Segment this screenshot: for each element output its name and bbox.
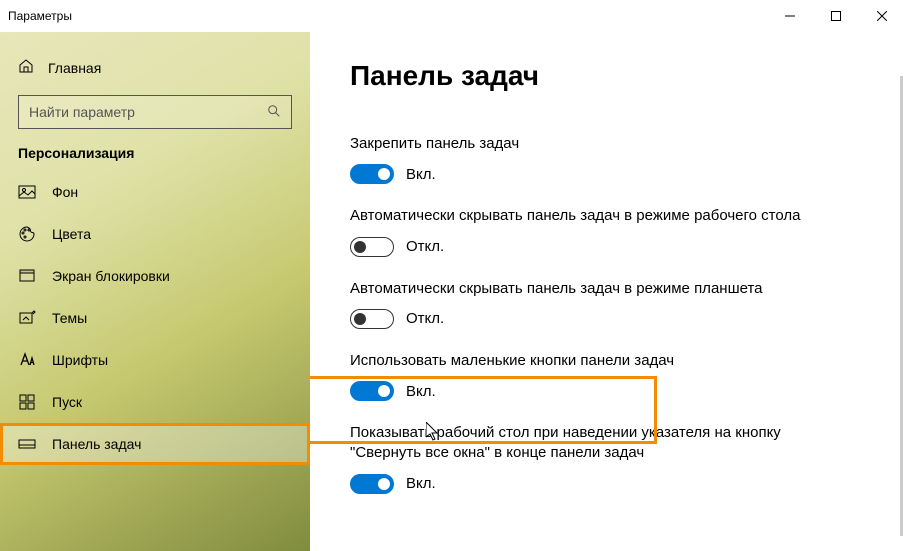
toggle-autohide-desktop[interactable] — [350, 237, 394, 257]
minimize-button[interactable] — [767, 0, 813, 32]
setting-label: Закрепить панель задач — [350, 134, 830, 154]
picture-icon — [18, 183, 36, 201]
toggle-state: Вкл. — [406, 166, 436, 183]
title-bar: Параметры — [0, 0, 905, 32]
toggle-lock-taskbar[interactable] — [350, 164, 394, 184]
sidebar-item-fonts[interactable]: Шрифты — [0, 339, 310, 381]
sidebar-item-colors[interactable]: Цвета — [0, 213, 310, 255]
sidebar-item-label: Фон — [52, 184, 78, 200]
section-header: Персонализация — [0, 145, 310, 171]
setting-label: Использовать маленькие кнопки панели зад… — [350, 351, 830, 371]
setting-autohide-desktop: Автоматически скрывать панель задач в ре… — [350, 206, 885, 256]
search-input[interactable]: Найти параметр — [18, 95, 292, 129]
toggle-state: Откл. — [406, 310, 444, 327]
start-icon — [18, 393, 36, 411]
setting-lock-taskbar: Закрепить панель задач Вкл. — [350, 134, 885, 184]
fonts-icon — [18, 351, 36, 369]
palette-icon — [18, 225, 36, 243]
sidebar-item-start[interactable]: Пуск — [0, 381, 310, 423]
toggle-peek-desktop[interactable] — [350, 474, 394, 494]
page-title: Панель задач — [350, 60, 885, 92]
sidebar-item-background[interactable]: Фон — [0, 171, 310, 213]
lockscreen-icon — [18, 267, 36, 285]
scrollbar[interactable] — [900, 76, 903, 536]
taskbar-icon — [18, 435, 36, 453]
sidebar-item-label: Панель задач — [52, 436, 141, 452]
toggle-state: Вкл. — [406, 383, 436, 400]
setting-small-buttons: Использовать маленькие кнопки панели зад… — [350, 351, 885, 401]
toggle-state: Откл. — [406, 238, 444, 255]
home-icon — [18, 58, 34, 77]
toggle-state: Вкл. — [406, 475, 436, 492]
search-placeholder: Найти параметр — [29, 104, 135, 120]
maximize-button[interactable] — [813, 0, 859, 32]
content-pane: Панель задач Закрепить панель задач Вкл.… — [310, 32, 905, 551]
home-label: Главная — [48, 60, 101, 76]
sidebar-item-themes[interactable]: Темы — [0, 297, 310, 339]
toggle-autohide-tablet[interactable] — [350, 309, 394, 329]
themes-icon — [18, 309, 36, 327]
sidebar-item-label: Цвета — [52, 226, 91, 242]
sidebar: Главная Найти параметр Персонализация Фо… — [0, 32, 310, 551]
sidebar-item-label: Шрифты — [52, 352, 108, 368]
setting-label: Показывать рабочий стол при наведении ук… — [350, 423, 830, 464]
setting-label: Автоматически скрывать панель задач в ре… — [350, 206, 830, 226]
close-button[interactable] — [859, 0, 905, 32]
setting-peek-desktop: Показывать рабочий стол при наведении ук… — [350, 423, 885, 494]
search-icon — [267, 104, 281, 121]
sidebar-item-lockscreen[interactable]: Экран блокировки — [0, 255, 310, 297]
window-title: Параметры — [8, 9, 72, 23]
setting-label: Автоматически скрывать панель задач в ре… — [350, 279, 830, 299]
sidebar-item-taskbar[interactable]: Панель задач — [0, 423, 310, 465]
sidebar-item-label: Экран блокировки — [52, 268, 170, 284]
toggle-small-buttons[interactable] — [350, 381, 394, 401]
home-nav[interactable]: Главная — [0, 48, 310, 87]
setting-autohide-tablet: Автоматически скрывать панель задач в ре… — [350, 279, 885, 329]
sidebar-item-label: Пуск — [52, 394, 82, 410]
sidebar-item-label: Темы — [52, 310, 87, 326]
